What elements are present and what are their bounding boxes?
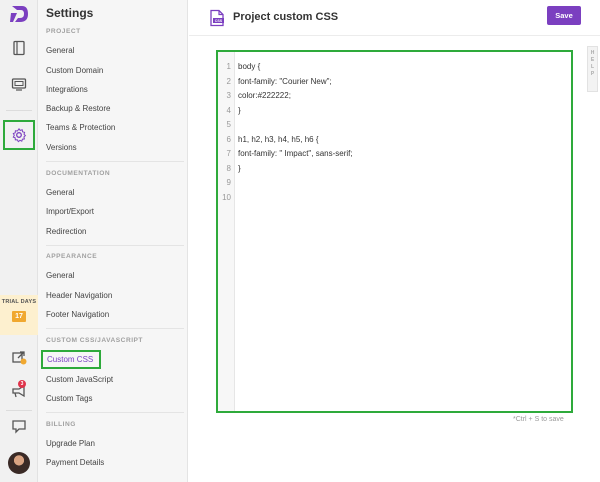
line-number: 5 [226, 120, 231, 129]
code-line: color:#222222; [238, 91, 291, 100]
logo-icon[interactable] [8, 3, 30, 25]
sidebar-item-general[interactable]: General [46, 46, 74, 55]
sidebar-item-custom-css[interactable]: Custom CSS [41, 350, 102, 369]
section-divider [46, 328, 184, 329]
save-shortcut-hint: *Ctrl + S to save [513, 416, 564, 423]
trial-label: TRIAL DAYS [1, 299, 37, 305]
sidebar-item-teams-protection[interactable]: Teams & Protection [46, 123, 115, 132]
section-divider [46, 412, 184, 413]
help-tab-label: HELP [590, 50, 595, 77]
app-window: TRIAL DAYS 17 3 Settings PROJECT General… [0, 0, 600, 482]
line-number: 4 [226, 105, 231, 115]
sidebar-item-versions[interactable]: Versions [46, 143, 77, 152]
sidebar-item-import-export[interactable]: Import/Export [46, 207, 94, 216]
sidebar-item-footer-navigation[interactable]: Footer Navigation [46, 310, 109, 319]
line-number: 2 [226, 76, 231, 86]
section-divider [46, 161, 184, 162]
trial-days-badge[interactable]: TRIAL DAYS 17 [0, 295, 38, 335]
line-number: 8 [226, 163, 231, 173]
sidebar-item-upgrade-plan[interactable]: Upgrade Plan [46, 439, 95, 448]
save-button[interactable]: Save [547, 6, 581, 25]
css-file-icon: CSS [210, 9, 224, 27]
sidebar-item-header-navigation[interactable]: Header Navigation [46, 291, 112, 300]
sidebar-item-custom-domain[interactable]: Custom Domain [46, 66, 103, 75]
section-heading-billing: BILLING [46, 421, 76, 428]
css-code-editor[interactable]: 1 2 3 4 5 6 7 8 9 10 body { font-family: "Courier … [216, 50, 573, 413]
preview-icon[interactable] [0, 70, 38, 98]
line-number: 3 [226, 91, 231, 100]
rail-divider [6, 110, 32, 111]
line-number: 7 [226, 149, 231, 158]
trial-days-count: 17 [12, 311, 26, 322]
section-heading-project: PROJECT [46, 28, 81, 35]
code-line: } [238, 105, 241, 115]
page-title: Project custom CSS [233, 11, 339, 23]
section-divider [46, 245, 184, 246]
notification-badge: 3 [18, 380, 26, 388]
section-heading-documentation: DOCUMENTATION [46, 170, 111, 177]
line-number: 6 [226, 134, 231, 144]
help-tab[interactable]: HELP [587, 46, 598, 92]
icon-rail: TRIAL DAYS 17 3 [0, 0, 38, 482]
chat-icon[interactable] [0, 412, 38, 440]
code-line: h1, h2, h3, h4, h5, h6 { [238, 134, 319, 144]
sidebar-item-payment-details[interactable]: Payment Details [46, 458, 104, 467]
sidebar-item-custom-tags[interactable]: Custom Tags [46, 394, 93, 403]
sidebar-item-backup-restore[interactable]: Backup & Restore [46, 104, 110, 113]
code-line: body { [238, 62, 261, 71]
user-avatar[interactable] [8, 452, 30, 474]
sidebar-item-custom-javascript[interactable]: Custom JavaScript [46, 375, 113, 384]
code-line: font-family: "Courier New"; [238, 76, 332, 86]
line-number: 9 [226, 178, 231, 187]
header-bar: CSS Project custom CSS Save [189, 0, 600, 36]
line-number-gutter: 1 2 3 4 5 6 7 8 9 10 [218, 52, 235, 411]
sidebar-item-redirection[interactable]: Redirection [46, 227, 86, 236]
settings-icon[interactable] [3, 120, 35, 150]
sidebar-item-doc-general[interactable]: General [46, 188, 74, 197]
settings-sidebar: Settings PROJECT General Custom Domain I… [38, 0, 188, 482]
section-heading-custom-css-js: CUSTOM CSS/JAVASCRIPT [46, 337, 143, 344]
rail-divider [6, 410, 32, 411]
code-line: font-family: " Impact", sans-serif; [238, 149, 353, 158]
external-link-icon[interactable] [0, 343, 38, 371]
svg-text:CSS: CSS [215, 19, 223, 23]
main-panel: CSS Project custom CSS Save HELP 1 2 3 4 5 6 7… [189, 0, 600, 482]
sidebar-title: Settings [46, 6, 94, 20]
sidebar-item-appearance-general[interactable]: General [46, 271, 74, 280]
code-line: } [238, 163, 241, 173]
line-number: 1 [226, 62, 231, 71]
documentation-icon[interactable] [0, 34, 38, 62]
line-number: 10 [222, 192, 231, 202]
sidebar-item-integrations[interactable]: Integrations [46, 85, 88, 94]
section-heading-appearance: APPEARANCE [46, 253, 98, 260]
